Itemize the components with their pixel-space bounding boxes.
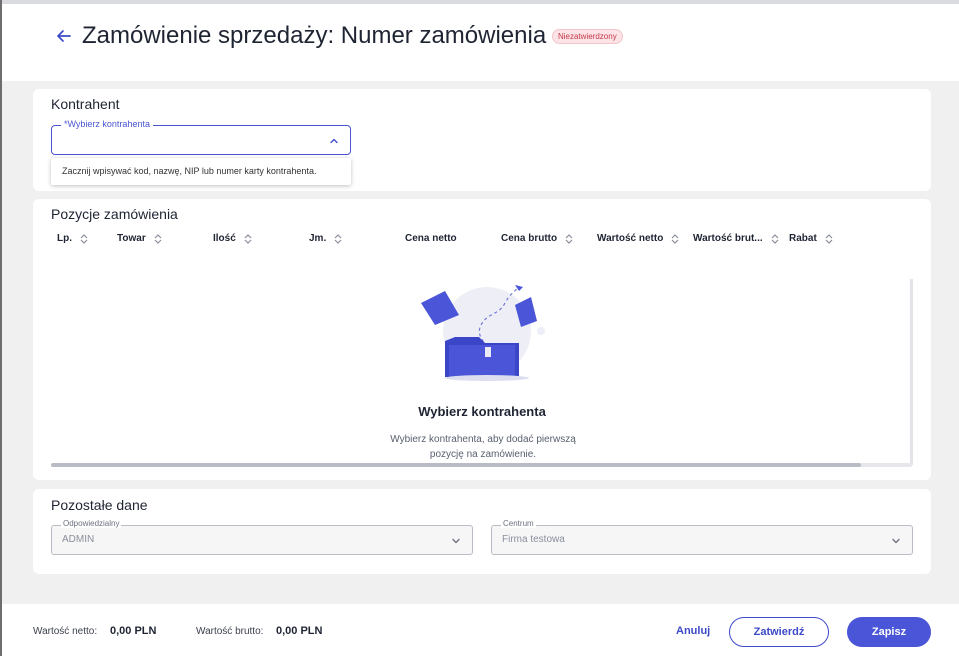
column-label: Wartość brut... [693, 233, 763, 244]
empty-state-description: Wybierz kontrahenta, aby dodać pierwszą … [390, 434, 576, 460]
sort-icon[interactable] [565, 233, 573, 244]
column-cena-netto[interactable]: Cena netto [405, 233, 457, 244]
column-label: Towar [117, 233, 146, 244]
column-label: Jm. [309, 233, 327, 244]
empty-state-title: Wybierz kontrahenta [418, 404, 546, 419]
kontrahent-title: Kontrahent [51, 96, 120, 112]
odpowiedzialny-label: Odpowiedzialny [61, 519, 122, 528]
page-title: Zamówienie sprzedaży: Numer zamówienia [82, 22, 547, 49]
empty-folder-illustration [421, 285, 545, 381]
netto-value: 0,00 PLN [110, 625, 157, 637]
column-lp[interactable]: Lp. [57, 233, 88, 244]
kontrahent-input-label: *Wybierz kontrahenta [61, 119, 153, 129]
odpowiedzialny-value: ADMIN [62, 534, 95, 545]
odpowiedzialny-select[interactable]: Odpowiedzialny ADMIN [51, 519, 473, 555]
sort-icon[interactable] [825, 233, 833, 244]
column-label: Ilość [213, 233, 236, 244]
sort-icon[interactable] [334, 233, 342, 244]
vertical-scrollbar[interactable] [910, 279, 913, 465]
column-label: Lp. [57, 233, 72, 244]
horizontal-scrollbar-thumb[interactable] [51, 463, 861, 467]
kontrahent-input[interactable]: *Wybierz kontrahenta [51, 119, 351, 155]
brutto-value: 0,00 PLN [276, 625, 323, 637]
column-wartosc-brutto[interactable]: Wartość brut... [693, 233, 779, 244]
kontrahent-card: Kontrahent *Wybierz kontrahenta Zacznij … [33, 89, 931, 191]
confirm-button[interactable]: Zatwierdź [729, 617, 829, 647]
main-content: Kontrahent *Wybierz kontrahenta Zacznij … [2, 81, 959, 604]
pozycje-card: Pozycje zamówienia Lp. Towar Ilość Jm. C… [33, 199, 931, 480]
pozycje-title: Pozycje zamówienia [51, 206, 178, 222]
status-badge: Niezatwierdzony [552, 29, 623, 44]
column-label: Cena brutto [501, 233, 558, 244]
column-ilosc[interactable]: Ilość [213, 233, 252, 244]
chevron-down-icon[interactable] [890, 535, 902, 547]
column-rabat[interactable]: Rabat [789, 233, 833, 244]
column-label: Cena netto [405, 233, 457, 244]
save-button[interactable]: Zapisz [847, 617, 931, 647]
column-wartosc-netto[interactable]: Wartość netto [597, 233, 679, 244]
cancel-button[interactable]: Anuluj [676, 625, 710, 637]
chevron-down-icon[interactable] [450, 535, 462, 547]
page-header: Zamówienie sprzedaży: Numer zamówienia N… [2, 4, 959, 81]
sort-icon[interactable] [244, 233, 252, 244]
kontrahent-hint-dropdown: Zacznij wpisywać kod, nazwę, NIP lub num… [51, 158, 351, 185]
arrow-left-icon[interactable] [54, 26, 74, 46]
centrum-value: Firma testowa [502, 534, 565, 545]
sort-icon[interactable] [80, 233, 88, 244]
footer-bar: Wartość netto: 0,00 PLN Wartość brutto: … [2, 604, 959, 656]
sort-icon[interactable] [671, 233, 679, 244]
sort-icon[interactable] [154, 233, 162, 244]
horizontal-scrollbar[interactable] [51, 463, 912, 467]
centrum-select[interactable]: Centrum Firma testowa [491, 519, 913, 555]
brutto-label: Wartość brutto: [196, 626, 264, 637]
netto-label: Wartość netto: [33, 626, 98, 637]
table-header: Lp. Towar Ilość Jm. Cena netto Cena brut… [33, 233, 931, 249]
chevron-up-icon[interactable] [328, 135, 340, 147]
column-jm[interactable]: Jm. [309, 233, 342, 244]
pozostale-title: Pozostałe dane [51, 497, 148, 513]
pozostale-card: Pozostałe dane Odpowiedzialny ADMIN Cent… [33, 489, 931, 574]
column-label: Rabat [789, 233, 817, 244]
sort-icon[interactable] [771, 233, 779, 244]
centrum-label: Centrum [501, 519, 536, 528]
column-towar[interactable]: Towar [117, 233, 162, 244]
column-cena-brutto[interactable]: Cena brutto [501, 233, 573, 244]
column-label: Wartość netto [597, 233, 664, 244]
